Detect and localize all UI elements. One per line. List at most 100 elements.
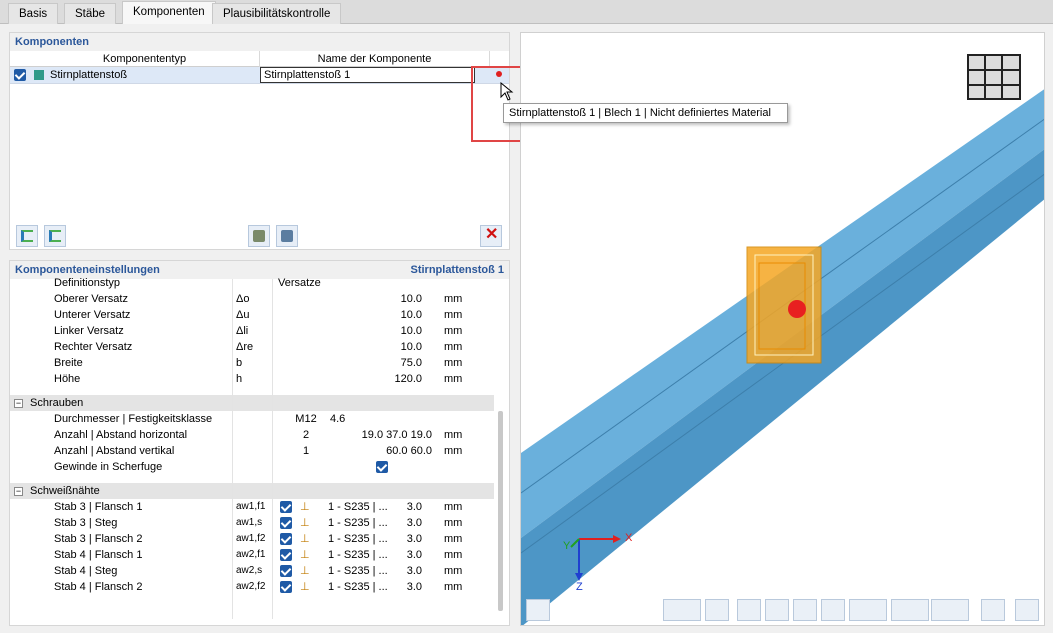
axis-dropdown-button[interactable] — [663, 599, 701, 621]
weld-row[interactable]: Stab 4 | Flansch 1 aw2,f1 ⊥ 1 - S235 | .… — [10, 547, 494, 563]
settings-scrollbar[interactable] — [498, 411, 503, 611]
weld-row-value[interactable]: 3.0 — [407, 499, 422, 515]
tab-staebe[interactable]: Stäbe — [64, 3, 117, 24]
display-mode-dropdown[interactable] — [849, 599, 887, 621]
tab-komponenten[interactable]: Komponenten — [122, 1, 216, 25]
plate-row-label: Linker Versatz — [54, 325, 124, 337]
plate-row-label: Rechter Versatz — [54, 341, 133, 353]
tab-basis[interactable]: Basis — [8, 3, 59, 24]
weld-row-material[interactable]: 1 - S235 | ... — [328, 563, 388, 579]
plate-row[interactable]: Rechter Versatz Δre 10.0 mm — [10, 339, 494, 355]
plate-row[interactable]: Linker Versatz Δli 10.0 mm — [10, 323, 494, 339]
measure-button[interactable] — [705, 599, 729, 621]
bolt-row[interactable]: Anzahl | Abstand horizontal 2 19.0 37.0 … — [10, 427, 494, 443]
weld-row-material[interactable]: 1 - S235 | ... — [328, 547, 388, 563]
weld-row-value[interactable]: 3.0 — [407, 563, 422, 579]
weld-row-symbol: aw1,f2 — [236, 533, 266, 544]
plate-row-symbol: Δli — [236, 325, 249, 337]
weld-row-unit: mm — [444, 565, 463, 577]
component-checkbox[interactable] — [14, 69, 26, 81]
view-cube-icon[interactable] — [967, 54, 1021, 100]
view-z-button[interactable] — [793, 599, 817, 621]
bolt-row-value-a[interactable]: M12 — [286, 411, 326, 427]
weld-row[interactable]: Stab 4 | Steg aw2,s ⊥ 1 - S235 | ... 3.0… — [10, 563, 494, 579]
weld-type-icon[interactable]: ⊥ — [300, 547, 310, 563]
bolt-row[interactable]: Durchmesser | Festigkeitsklasse M12 4.6 — [10, 411, 494, 427]
weld-row[interactable]: Stab 3 | Flansch 2 aw1,f2 ⊥ 1 - S235 | .… — [10, 531, 494, 547]
weld-checkbox[interactable] — [280, 565, 292, 577]
plate-row[interactable]: Unterer Versatz Δu 10.0 mm — [10, 307, 494, 323]
component-row[interactable]: Stirnplattenstoß Stirnplattenstoß 1 — [10, 67, 509, 84]
weld-row[interactable]: Stab 3 | Steg aw1,s ⊥ 1 - S235 | ... 3.0… — [10, 515, 494, 531]
col-komponententyp[interactable]: Komponententyp — [30, 51, 260, 67]
weld-row-unit: mm — [444, 549, 463, 561]
weld-row-value[interactable]: 3.0 — [407, 531, 422, 547]
bolt-row-value-a[interactable]: 1 — [286, 443, 326, 459]
collapse-icon[interactable]: − — [14, 487, 23, 496]
view-minus-z-button[interactable] — [821, 599, 845, 621]
plate-row-value[interactable]: Versatze — [278, 275, 321, 291]
plate-row[interactable]: Definitionstyp Versatze — [10, 275, 494, 291]
bolt-row-value-a[interactable]: 2 — [286, 427, 326, 443]
weld-row-value[interactable]: 3.0 — [407, 579, 422, 595]
weld-type-icon[interactable]: ⊥ — [300, 515, 310, 531]
render-mode-dropdown[interactable] — [891, 599, 929, 621]
plate-row-symbol: b — [236, 357, 243, 369]
plate-row-value[interactable]: 10.0 — [401, 323, 422, 339]
component-name-input[interactable]: Stirnplattenstoß 1 — [260, 67, 475, 83]
plate-row-label: Breite — [54, 357, 83, 369]
collapse-icon[interactable]: − — [14, 399, 23, 408]
weld-type-icon[interactable]: ⊥ — [300, 531, 310, 547]
weld-checkbox[interactable] — [280, 501, 292, 513]
bolt-row-value-b[interactable]: 19.0 37.0 19.0 — [362, 427, 432, 443]
print-dropdown[interactable] — [931, 599, 969, 621]
delete-button[interactable]: ✕ — [480, 225, 502, 247]
plate-row[interactable]: Höhe h 120.0 mm — [10, 371, 494, 387]
weld-checkbox[interactable] — [280, 549, 292, 561]
weld-row-material[interactable]: 1 - S235 | ... — [328, 499, 388, 515]
weld-row-label: Stab 3 | Flansch 1 — [54, 501, 143, 513]
tab-plausibilitaetskontrolle[interactable]: Plausibilitätskontrolle — [212, 3, 342, 24]
plate-row-value[interactable]: 75.0 — [401, 355, 422, 371]
bolt-row[interactable]: Gewinde in Scherfuge — [10, 459, 494, 475]
section-schweissnaehte-label: Schweißnähte — [30, 485, 100, 497]
bolt-row[interactable]: Anzahl | Abstand vertikal 1 60.0 60.0 mm — [10, 443, 494, 459]
view-sync-button[interactable] — [526, 599, 550, 621]
move-left-button[interactable] — [16, 225, 38, 247]
weld-type-icon[interactable]: ⊥ — [300, 499, 310, 515]
export-view-button[interactable] — [1015, 599, 1039, 621]
import-component-button[interactable] — [248, 225, 270, 247]
reset-view-button[interactable] — [981, 599, 1005, 621]
weld-row-material[interactable]: 1 - S235 | ... — [328, 579, 388, 595]
plate-row-value[interactable]: 10.0 — [401, 291, 422, 307]
plate-row-value[interactable]: 120.0 — [394, 371, 422, 387]
weld-type-icon[interactable]: ⊥ — [300, 579, 310, 595]
plate-row[interactable]: Breite b 75.0 mm — [10, 355, 494, 371]
section-schweissnaehte[interactable]: − Schweißnähte — [10, 483, 494, 499]
weld-row-material[interactable]: 1 - S235 | ... — [328, 515, 388, 531]
thread-checkbox[interactable] — [376, 461, 388, 473]
plate-row-value[interactable]: 10.0 — [401, 339, 422, 355]
plate-row-label: Definitionstyp — [54, 277, 121, 289]
weld-row-label: Stab 4 | Flansch 1 — [54, 549, 143, 561]
save-component-button[interactable] — [276, 225, 298, 247]
move-right-button[interactable] — [44, 225, 66, 247]
weld-checkbox[interactable] — [280, 533, 292, 545]
weld-row[interactable]: Stab 3 | Flansch 1 aw1,f1 ⊥ 1 - S235 | .… — [10, 499, 494, 515]
view-x-button[interactable] — [737, 599, 761, 621]
weld-row-material[interactable]: 1 - S235 | ... — [328, 531, 388, 547]
weld-checkbox[interactable] — [280, 581, 292, 593]
weld-row-value[interactable]: 3.0 — [407, 515, 422, 531]
col-name-der-komponente[interactable]: Name der Komponente — [260, 51, 490, 67]
weld-row-value[interactable]: 3.0 — [407, 547, 422, 563]
plate-row[interactable]: Oberer Versatz Δo 10.0 mm — [10, 291, 494, 307]
bolt-row-value-b[interactable]: 4.6 — [330, 411, 345, 427]
bolt-row-value-b[interactable]: 60.0 60.0 — [386, 443, 432, 459]
view-y-button[interactable] — [765, 599, 789, 621]
section-schrauben[interactable]: − Schrauben — [10, 395, 494, 411]
plate-row-value[interactable]: 10.0 — [401, 307, 422, 323]
weld-row-symbol: aw1,f1 — [236, 501, 266, 512]
weld-checkbox[interactable] — [280, 517, 292, 529]
weld-type-icon[interactable]: ⊥ — [300, 563, 310, 579]
weld-row[interactable]: Stab 4 | Flansch 2 aw2,f2 ⊥ 1 - S235 | .… — [10, 579, 494, 595]
